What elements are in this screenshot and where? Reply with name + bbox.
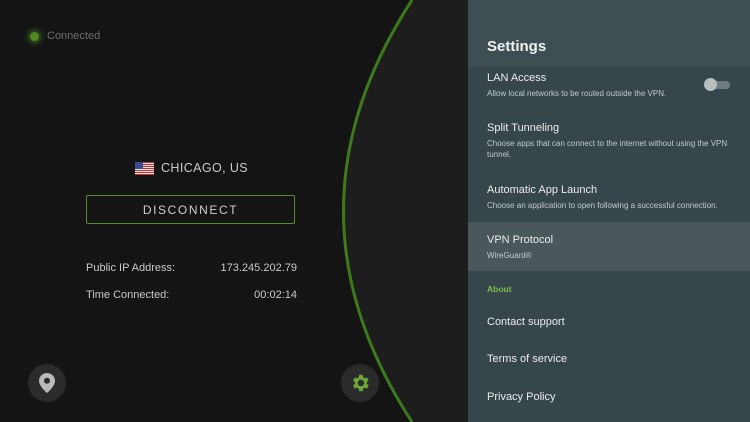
page-title: Settings: [487, 38, 547, 55]
status-text: Connected: [47, 30, 101, 42]
settings-header: Settings: [468, 0, 750, 66]
location-button[interactable]: [28, 364, 66, 402]
lan-access-toggle[interactable]: [704, 78, 730, 91]
time-connected-label: Time Connected:: [86, 289, 170, 301]
public-ip-value: 173.245.202.79: [220, 262, 297, 274]
map-pin-icon: [39, 373, 55, 393]
gear-icon: [353, 374, 369, 392]
setting-title: Automatic App Launch: [487, 184, 598, 196]
time-connected-value: 00:02:14: [254, 289, 297, 301]
connection-status: Connected: [30, 30, 100, 42]
public-ip-row: Public IP Address: 173.245.202.79: [86, 262, 297, 274]
terms-of-service-link[interactable]: Terms of service: [468, 353, 750, 365]
us-flag-icon: [134, 161, 154, 175]
time-connected-row: Time Connected: 00:02:14: [86, 289, 297, 301]
status-dot: [30, 31, 39, 41]
setting-value: WireGuard®: [487, 251, 532, 260]
settings-panel: Settings LAN Access Allow local networks…: [468, 0, 750, 422]
location-label: CHICAGO, US: [160, 161, 249, 175]
setting-description: Choose an application to open following …: [487, 201, 718, 210]
setting-automatic-app-launch[interactable]: Automatic App Launch Choose an applicati…: [468, 184, 750, 218]
privacy-policy-link[interactable]: Privacy Policy: [468, 391, 750, 403]
settings-button[interactable]: [341, 364, 379, 402]
setting-vpn-protocol[interactable]: VPN Protocol WireGuard®: [468, 222, 750, 271]
connection-panel: Connected CHICAGO, US DISCONNECT Public …: [0, 0, 468, 422]
setting-title: Split Tunneling: [487, 122, 560, 134]
about-section-header: About: [487, 284, 512, 294]
setting-split-tunneling[interactable]: Split Tunneling Choose apps that can con…: [468, 122, 750, 166]
disconnect-button[interactable]: DISCONNECT: [86, 195, 295, 224]
contact-support-link[interactable]: Contact support: [468, 316, 750, 328]
setting-title: VPN Protocol: [487, 234, 554, 246]
toggle-knob: [704, 78, 717, 91]
setting-description: Choose apps that can connect to the inte…: [487, 139, 728, 159]
public-ip-label: Public IP Address:: [86, 262, 176, 274]
server-location: CHICAGO, US: [0, 161, 383, 175]
